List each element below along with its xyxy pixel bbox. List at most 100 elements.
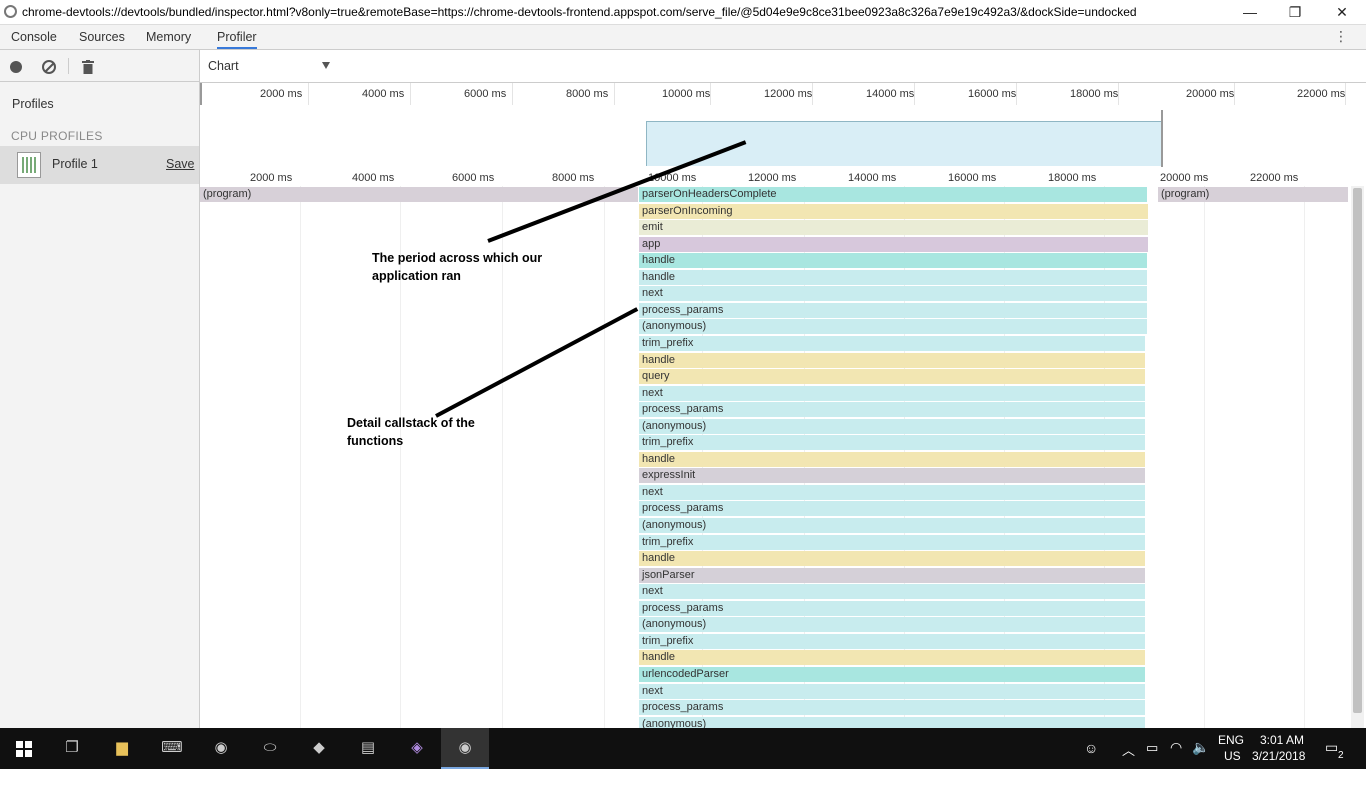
trash-icon[interactable] [82, 60, 94, 74]
flame-bar[interactable]: trim_prefix [639, 535, 1145, 550]
flame-bar-program-right[interactable]: (program) [1158, 187, 1348, 202]
ruler-tick-label: 2000 ms [250, 172, 293, 184]
ruler-tick-label: 4000 ms [352, 172, 395, 184]
flame-bar[interactable]: expressInit [639, 468, 1145, 483]
overview-tick-label: 14000 ms [866, 88, 915, 100]
profile-item[interactable]: Profile 1 Save [0, 146, 199, 184]
window-titlebar: chrome-devtools://devtools/bundled/inspe… [0, 0, 1366, 25]
windows-taskbar: ❐ ▆ ⌨ ◉ ⬭ ◆ ▤ ◈ ◉ ☺ ︿ ▭ ◠ 🔈 ENG US 3:01 … [0, 728, 1366, 769]
notification-icon[interactable]: ▭ [1325, 739, 1338, 780]
flame-bar[interactable]: (anonymous) [639, 319, 1147, 334]
flame-bar[interactable]: process_params [639, 303, 1147, 318]
app-chart-icon[interactable]: ▤ [354, 734, 382, 762]
overview-gridline [1234, 83, 1235, 105]
flame-bar[interactable]: handle [639, 253, 1147, 268]
flame-bar[interactable]: trim_prefix [639, 336, 1145, 351]
flame-bar[interactable]: (anonymous) [639, 617, 1145, 632]
ruler-tick-label: 14000 ms [848, 172, 897, 184]
flame-bar[interactable]: app [639, 237, 1148, 252]
profiler-toolbar [0, 50, 200, 82]
flame-bar[interactable]: handle [639, 551, 1145, 566]
flame-bar[interactable]: handle [639, 650, 1145, 665]
flame-bar[interactable]: urlencodedParser [639, 667, 1145, 682]
chrome-taskbar-icon[interactable]: ◉ [207, 734, 235, 762]
flame-bar[interactable]: process_params [639, 402, 1145, 417]
overview-tick-label: 18000 ms [1070, 88, 1119, 100]
minimize-button[interactable]: — [1230, 2, 1270, 22]
network-app-icon[interactable]: ⌨ [158, 734, 186, 762]
flame-bar[interactable]: query [639, 369, 1145, 384]
profile-icon [17, 152, 41, 178]
flame-bar[interactable]: handle [639, 452, 1145, 467]
battery-icon[interactable]: ▭ [1146, 740, 1158, 781]
wifi-icon[interactable]: ◠ [1170, 739, 1182, 780]
flame-bar[interactable]: handle [639, 270, 1147, 285]
close-button[interactable]: ✕ [1322, 2, 1362, 22]
overview-gridline [914, 83, 915, 105]
chrome-devtools-taskbar-icon[interactable]: ◉ [451, 734, 479, 762]
flame-bar[interactable]: parserOnIncoming [639, 204, 1148, 219]
flame-bar[interactable]: process_params [639, 601, 1145, 616]
ruler-tick-label: 18000 ms [1048, 172, 1097, 184]
file-explorer-icon[interactable]: ▆ [108, 734, 136, 762]
flame-bar[interactable]: trim_prefix [639, 435, 1145, 450]
ruler-tick-label: 6000 ms [452, 172, 495, 184]
overview-tick-label: 20000 ms [1186, 88, 1235, 100]
overview-gridline [1118, 83, 1119, 105]
profile-name: Profile 1 [52, 157, 98, 171]
record-icon[interactable] [10, 61, 22, 73]
region-code[interactable]: US [1224, 749, 1241, 790]
app-disk-icon[interactable]: ⬭ [256, 734, 284, 762]
tab-sources[interactable]: Sources [79, 25, 125, 49]
save-link[interactable]: Save [166, 157, 195, 171]
flame-bar[interactable]: process_params [639, 700, 1145, 715]
ruler-tick-label: 8000 ms [552, 172, 595, 184]
flame-bar[interactable]: next [639, 286, 1147, 301]
view-select[interactable]: Chart [208, 59, 239, 73]
flame-bar[interactable]: handle [639, 353, 1145, 368]
overview-selection-edge[interactable] [1161, 110, 1163, 167]
flame-bar[interactable]: process_params [639, 501, 1145, 516]
timeline-overview[interactable]: 2000 ms 4000 ms 6000 ms 8000 ms 10000 ms 1200… [200, 83, 1366, 171]
flame-bar[interactable]: next [639, 684, 1145, 699]
time-ruler: 2000 ms 4000 ms 6000 ms 8000 ms 10000 ms 1200… [200, 170, 1366, 186]
flame-gridline [1204, 186, 1205, 728]
overview-left-marker [200, 83, 202, 105]
chevron-up-icon[interactable]: ︿ [1122, 740, 1135, 781]
volume-icon[interactable]: 🔈 [1192, 739, 1209, 780]
flame-bar[interactable]: emit [639, 220, 1148, 235]
overview-tick-label: 8000 ms [566, 88, 609, 100]
flame-bar[interactable]: trim_prefix [639, 634, 1145, 649]
overview-tick-label: 10000 ms [662, 88, 711, 100]
flame-scrollbar[interactable] [1351, 186, 1364, 728]
people-icon[interactable]: ☺ [1084, 740, 1098, 781]
tab-console[interactable]: Console [11, 25, 57, 49]
flame-bar[interactable]: parserOnHeadersComplete [639, 187, 1147, 202]
overview-tick-label: 6000 ms [464, 88, 507, 100]
overview-gridline [308, 83, 309, 105]
tab-profiler[interactable]: Profiler [217, 25, 257, 49]
flame-bar-program-left[interactable]: (program) [200, 187, 638, 202]
visual-studio-icon[interactable]: ◈ [403, 734, 431, 762]
clear-icon[interactable] [42, 60, 56, 74]
maximize-button[interactable]: ❐ [1275, 2, 1315, 22]
flame-bar[interactable]: next [639, 485, 1145, 500]
tab-memory[interactable]: Memory [146, 25, 191, 49]
overview-gridline [512, 83, 513, 105]
more-options-icon[interactable]: ⋮ [1334, 28, 1348, 45]
flame-bar[interactable]: jsonParser [639, 568, 1145, 583]
profiles-heading[interactable]: Profiles [12, 97, 54, 111]
scrollbar-thumb[interactable] [1353, 188, 1362, 713]
task-view-icon[interactable]: ❐ [58, 734, 86, 762]
chevron-down-icon[interactable] [322, 62, 330, 69]
clock-date[interactable]: 3/21/2018 [1252, 749, 1305, 790]
app-diamond-icon[interactable]: ◆ [305, 734, 333, 762]
flame-bar[interactable]: (anonymous) [639, 419, 1145, 434]
flame-bar[interactable]: next [639, 386, 1145, 401]
flame-bar[interactable]: next [639, 584, 1145, 599]
flame-bar[interactable]: (anonymous) [639, 717, 1145, 728]
flame-gridline [1304, 186, 1305, 728]
windows-start-icon[interactable] [16, 741, 32, 757]
ruler-tick-label: 22000 ms [1250, 172, 1299, 184]
flame-bar[interactable]: (anonymous) [639, 518, 1145, 533]
